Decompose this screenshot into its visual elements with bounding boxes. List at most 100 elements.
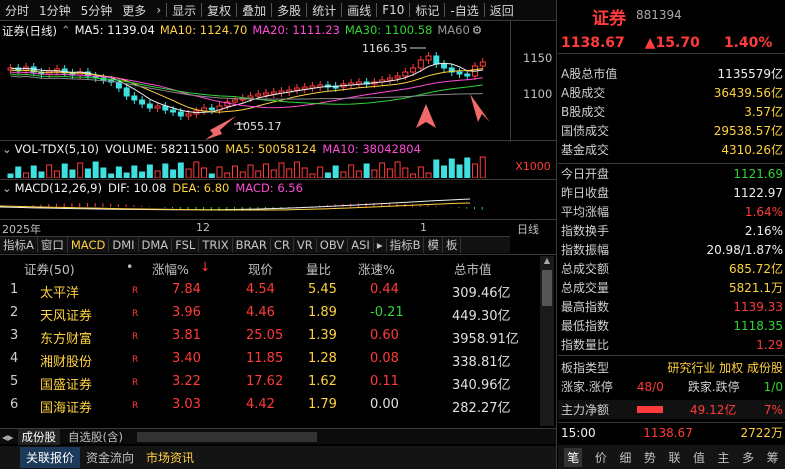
f10-button[interactable]: F10	[377, 3, 409, 17]
sector-type-label: 板指类型	[561, 361, 610, 375]
scroll-thumb[interactable]	[542, 270, 552, 306]
tab-window[interactable]: 窗口	[38, 237, 68, 253]
overlay-button[interactable]: 叠加	[237, 2, 271, 19]
col-speed-header[interactable]: 涨速%	[358, 259, 395, 278]
display-button[interactable]: 显示	[167, 2, 201, 19]
tab-board[interactable]: 板	[443, 237, 462, 253]
volume-bar	[379, 162, 386, 178]
panel-divider	[556, 0, 557, 469]
back-button[interactable]: 返回	[485, 2, 519, 19]
scroll-up-icon[interactable]: ▲	[540, 256, 554, 268]
menu-arrow-icon[interactable]: ◂▸	[2, 430, 14, 444]
change-pct: 3.03	[172, 397, 201, 412]
settings-icon[interactable]: ⚙	[472, 23, 482, 39]
period-5min-tab[interactable]: 5分钟	[76, 2, 118, 19]
chevron-right-icon[interactable]: ▸	[374, 238, 387, 252]
volume-ratio: 5.45	[308, 282, 337, 297]
volume-bar	[348, 164, 355, 178]
table-row[interactable]: 6 国海证券 R 3.03 4.42 1.79 0.00 282.27亿	[0, 394, 540, 417]
tab-chips[interactable]: 筹	[767, 449, 779, 466]
tab-indicator-a[interactable]: 指标A	[0, 237, 38, 253]
macd-chart[interactable]	[0, 195, 510, 217]
stats-button[interactable]: 统计	[307, 2, 341, 19]
tab-main[interactable]: 主	[718, 449, 730, 466]
ma-legend: 证券(日线) ⌃ MA5: 1139.04 MA10: 1124.70 MA20…	[2, 23, 482, 39]
col-change-header[interactable]: 涨幅%	[152, 259, 189, 278]
table-row[interactable]: 4 湘财股份 R 3.40 11.85 1.28 0.08 338.81亿	[0, 348, 540, 371]
tab-fsl[interactable]: FSL	[172, 238, 200, 252]
tab-trend[interactable]: 势	[644, 449, 656, 466]
col-vol-ratio-header[interactable]: 量比	[306, 259, 331, 278]
watchlist-button[interactable]: -自选	[445, 2, 483, 19]
stat-row: 平均涨幅 1.64%	[558, 202, 785, 221]
volume-ratio: 1.62	[308, 374, 337, 389]
tab-price[interactable]: 价	[595, 449, 607, 466]
macd-legend: ⌄ MACD(12,26,9) DIF: 10.08 DEA: 6.80 MAC…	[2, 181, 303, 195]
volume-bar	[433, 159, 440, 178]
list-scrollbar[interactable]: ▲	[540, 256, 554, 426]
tab-indicator-b[interactable]: 指标B	[387, 237, 425, 253]
stat-value: 1.29	[756, 337, 783, 352]
volume-bar	[301, 167, 308, 178]
candle	[456, 71, 463, 75]
tab-capital-flow[interactable]: 资金流向	[80, 447, 140, 468]
table-row[interactable]: 3 东方财富 R 3.81 25.05 1.39 0.60 3958.91亿	[0, 325, 540, 348]
stat-row: 指数量比 1.29	[558, 335, 785, 354]
col-price-header[interactable]: 现价	[248, 259, 273, 278]
tab-multi[interactable]: 多	[742, 449, 754, 466]
adjust-button[interactable]: 复权	[202, 2, 236, 19]
col-mcap-header[interactable]: 总市值	[454, 259, 492, 278]
tab-detail[interactable]: 细	[619, 449, 631, 466]
tab-dma[interactable]: DMA	[139, 238, 173, 252]
stat-value: 5821.1万	[729, 281, 783, 295]
tab-brar[interactable]: BRAR	[233, 238, 271, 252]
tab-obv[interactable]: OBV	[317, 238, 349, 252]
period-minute-tab[interactable]: 分时	[0, 2, 34, 19]
chevron-down-icon[interactable]: ⌄	[2, 142, 12, 156]
tab-constituents[interactable]: 成份股	[17, 428, 61, 445]
macd-value: MACD: 6.56	[235, 181, 303, 195]
table-row[interactable]: 5 国盛证券 R 3.22 17.62 1.62 0.11 340.96亿	[0, 371, 540, 394]
tab-related-quotes[interactable]: 关联报价	[20, 447, 81, 468]
main-flow-bar	[636, 406, 663, 413]
tab-template[interactable]: 模	[424, 237, 443, 253]
chevron-down-icon[interactable]: ⌄	[2, 181, 12, 195]
tab-trades[interactable]: 笔	[564, 447, 583, 467]
tab-dmi[interactable]: DMI	[109, 238, 139, 252]
price-tick-1100: 1100	[523, 87, 553, 101]
volume-chart[interactable]	[0, 156, 510, 178]
stat-row: A股总市值 1135579亿	[558, 64, 785, 83]
sector-type-value[interactable]: 研究行业 加权 成份股	[667, 359, 783, 376]
tab-value[interactable]: 值	[693, 449, 705, 466]
period-more-tab[interactable]: 更多	[117, 2, 151, 19]
row-number: 6	[10, 397, 19, 412]
table-row[interactable]: 1 太平洋 R 7.84 4.54 5.45 0.44 309.46亿	[0, 279, 540, 302]
col-name-header[interactable]: 证券(50)	[24, 259, 75, 278]
table-row[interactable]: 2 天风证券 R 3.96 4.46 1.89 -0.21 449.30亿	[0, 302, 540, 325]
chevron-up-icon[interactable]: ⌃	[61, 23, 71, 37]
tab-market-news[interactable]: 市场资讯	[140, 447, 200, 468]
tab-asi[interactable]: ASI	[348, 238, 374, 252]
stat-row: 指数换手 2.16%	[558, 221, 785, 240]
tab-cr[interactable]: CR	[271, 238, 294, 252]
detail-tabs: 笔 价 细 势 联 值 主 多 筹	[558, 445, 785, 469]
tab-macd[interactable]: MACD	[68, 238, 110, 252]
multi-stock-button[interactable]: 多股	[272, 2, 306, 19]
horizontal-scrollbar[interactable]	[137, 431, 318, 442]
period-1min-tab[interactable]: 1分钟	[34, 2, 76, 19]
stat-label: 平均涨幅	[561, 205, 610, 219]
tab-trix[interactable]: TRIX	[199, 238, 233, 252]
change-pct: 3.22	[172, 374, 201, 389]
mark-button[interactable]: 标记	[410, 2, 444, 19]
tab-link[interactable]: 联	[668, 449, 680, 466]
speed-pct: -0.21	[370, 305, 404, 320]
draw-button[interactable]: 画线	[342, 2, 376, 19]
chevron-right-icon[interactable]: ›	[151, 3, 166, 17]
stat-row: 指数振幅 20.98/1.87%	[558, 240, 785, 259]
tab-vr[interactable]: VR	[294, 238, 317, 252]
tab-watchlist[interactable]: 自选股(含)	[64, 429, 127, 445]
volume-bar	[278, 162, 285, 178]
candlestick-chart[interactable]: 1166.35 1055.17	[0, 38, 510, 140]
volume-bar	[472, 163, 479, 178]
price-change-pct: 1.40%	[723, 34, 773, 51]
